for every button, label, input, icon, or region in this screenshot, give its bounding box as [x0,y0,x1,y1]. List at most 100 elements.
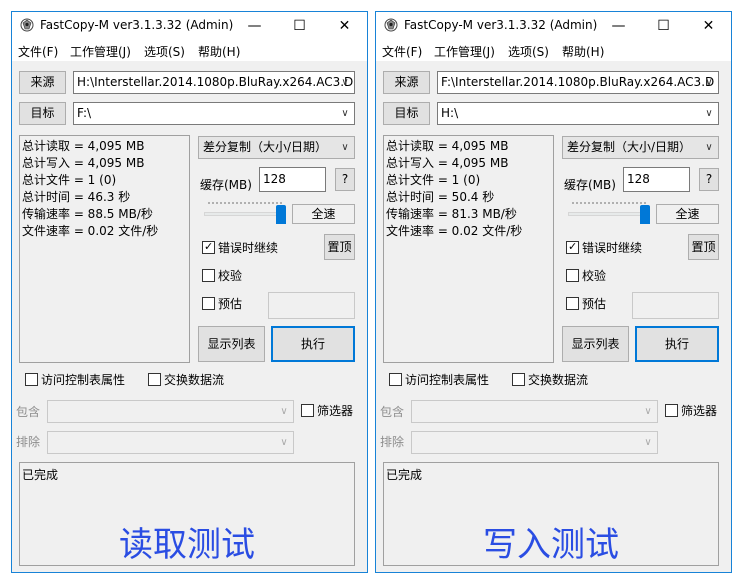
menu-file[interactable]: 文件(F) [18,43,58,60]
acl-checkbox[interactable]: 访问控制表属性 [25,373,125,389]
checkbox-icon[interactable] [202,297,215,310]
chevron-down-icon: ∨ [644,406,652,417]
menu-bar: 文件(F) 工作管理(J) 选项(S) 帮助(H) [376,40,731,61]
estimate-checkbox[interactable]: 预估 [566,297,606,313]
filter-checkbox[interactable]: 筛选器 [301,404,353,420]
execute-button[interactable]: 执行 [271,326,355,362]
chevron-down-icon[interactable]: ∨ [703,72,715,93]
filter-checkbox[interactable]: 筛选器 [665,404,717,420]
chevron-down-icon[interactable]: ∨ [703,103,715,124]
topmost-button[interactable]: 置顶 [688,234,719,260]
checkbox-icon[interactable] [148,373,161,386]
stat-total-time: 总计时间 = 50.4 秒 [386,190,495,204]
close-icon[interactable]: ✕ [686,12,731,40]
continue-on-error-checkbox[interactable]: 错误时继续 [566,239,642,257]
checkbox-icon[interactable] [25,373,38,386]
menu-file[interactable]: 文件(F) [382,43,422,60]
menu-options[interactable]: 选项(S) [144,43,185,60]
minimize-icon[interactable]: — [596,12,641,40]
filter-label: 筛选器 [317,404,354,418]
fastcopy-icon [20,18,34,32]
fastcopy-icon [384,18,398,32]
stat-total-time: 总计时间 = 46.3 秒 [22,190,131,204]
checkbox-icon[interactable] [301,404,314,417]
minimize-icon[interactable]: — [232,12,277,40]
checkbox-icon[interactable] [202,269,215,282]
chevron-down-icon[interactable]: ∨ [339,137,351,158]
streams-label: 交换数据流 [164,373,225,387]
fastcopy-window: FastCopy-M ver3.1.3.32 (Admin) — ☐ ✕ 文件(… [11,11,368,573]
dest-button[interactable]: 目标 [383,102,430,125]
acl-label: 访问控制表属性 [405,373,490,387]
fastcopy-window: FastCopy-M ver3.1.3.32 (Admin) — ☐ ✕ 文件(… [375,11,732,573]
checkbox-icon[interactable] [512,373,525,386]
menu-jobs[interactable]: 工作管理(J) [434,43,495,60]
streams-checkbox[interactable]: 交换数据流 [512,373,588,389]
stat-file-rate: 文件速率 = 0.02 文件/秒 [22,224,159,238]
checkbox-icon[interactable] [202,239,215,254]
stat-file-rate: 文件速率 = 0.02 文件/秒 [386,224,523,238]
help-button[interactable]: ? [699,168,719,191]
copy-mode-value: 差分复制（大小/日期） [567,140,692,154]
dest-button[interactable]: 目标 [19,102,66,125]
copy-mode-select[interactable]: 差分复制（大小/日期） ∨ [562,136,719,159]
menu-options[interactable]: 选项(S) [508,43,549,60]
estimate-checkbox[interactable]: 预估 [202,297,242,313]
chevron-down-icon: ∨ [280,437,288,448]
source-path-text: F:\Interstellar.2014.1080p.BluRay.x264.A… [441,75,715,89]
topmost-button[interactable]: 置顶 [324,234,355,260]
speed-slider-thumb[interactable] [640,205,650,224]
stat-transfer-rate: 传输速率 = 81.3 MB/秒 [386,207,517,221]
acl-checkbox[interactable]: 访问控制表属性 [389,373,489,389]
verify-label: 校验 [582,269,607,283]
execute-button[interactable]: 执行 [635,326,719,362]
speed-slider-track[interactable] [204,212,286,216]
source-path-combo[interactable]: F:\Interstellar.2014.1080p.BluRay.x264.A… [437,71,719,94]
estimate-output [632,292,719,319]
list-button[interactable]: 显示列表 [198,326,265,362]
close-icon[interactable]: ✕ [322,12,367,40]
maximize-icon[interactable]: ☐ [641,12,686,40]
chevron-down-icon[interactable]: ∨ [339,103,351,124]
source-button[interactable]: 来源 [19,71,66,94]
source-button[interactable]: 来源 [383,71,430,94]
source-path-combo[interactable]: H:\Interstellar.2014.1080p.BluRay.x264.A… [73,71,355,94]
checkbox-icon[interactable] [389,373,402,386]
speed-slider-ticks [208,202,282,204]
buffer-input[interactable]: 128 [623,167,690,192]
window-title: FastCopy-M ver3.1.3.32 (Admin) [404,18,598,32]
title-bar: FastCopy-M ver3.1.3.32 (Admin) — ☐ ✕ [12,12,367,40]
checkbox-icon[interactable] [665,404,678,417]
maximize-icon[interactable]: ☐ [277,12,322,40]
checkbox-icon[interactable] [566,297,579,310]
list-button[interactable]: 显示列表 [562,326,629,362]
chevron-down-icon[interactable]: ∨ [703,137,715,158]
help-button[interactable]: ? [335,168,355,191]
verify-checkbox[interactable]: 校验 [202,269,242,285]
stats-panel: 总计读取 = 4,095 MB 总计写入 = 4,095 MB 总计文件 = 1… [19,135,190,363]
stat-total-write: 总计写入 = 4,095 MB [22,156,145,170]
checkbox-icon[interactable] [566,269,579,282]
copy-mode-select[interactable]: 差分复制（大小/日期） ∨ [198,136,355,159]
verify-label: 校验 [218,269,243,283]
menu-jobs[interactable]: 工作管理(J) [70,43,131,60]
menu-help[interactable]: 帮助(H) [562,43,604,60]
speed-slider-track[interactable] [568,212,650,216]
speed-button[interactable]: 全速 [656,204,719,224]
buffer-label: 缓存(MB) [200,178,252,192]
speed-slider-thumb[interactable] [276,205,286,224]
checkbox-icon[interactable] [566,239,579,254]
verify-checkbox[interactable]: 校验 [566,269,606,285]
continue-on-error-checkbox[interactable]: 错误时继续 [202,239,278,257]
exclude-label: 排除 [16,435,41,449]
menu-help[interactable]: 帮助(H) [198,43,240,60]
dest-path-combo[interactable]: F:\ ∨ [73,102,355,125]
estimate-label: 预估 [218,297,243,311]
speed-button[interactable]: 全速 [292,204,355,224]
chevron-down-icon[interactable]: ∨ [339,72,351,93]
chevron-down-icon: ∨ [644,437,652,448]
buffer-input[interactable]: 128 [259,167,326,192]
acl-label: 访问控制表属性 [41,373,126,387]
streams-checkbox[interactable]: 交换数据流 [148,373,224,389]
dest-path-combo[interactable]: H:\ ∨ [437,102,719,125]
